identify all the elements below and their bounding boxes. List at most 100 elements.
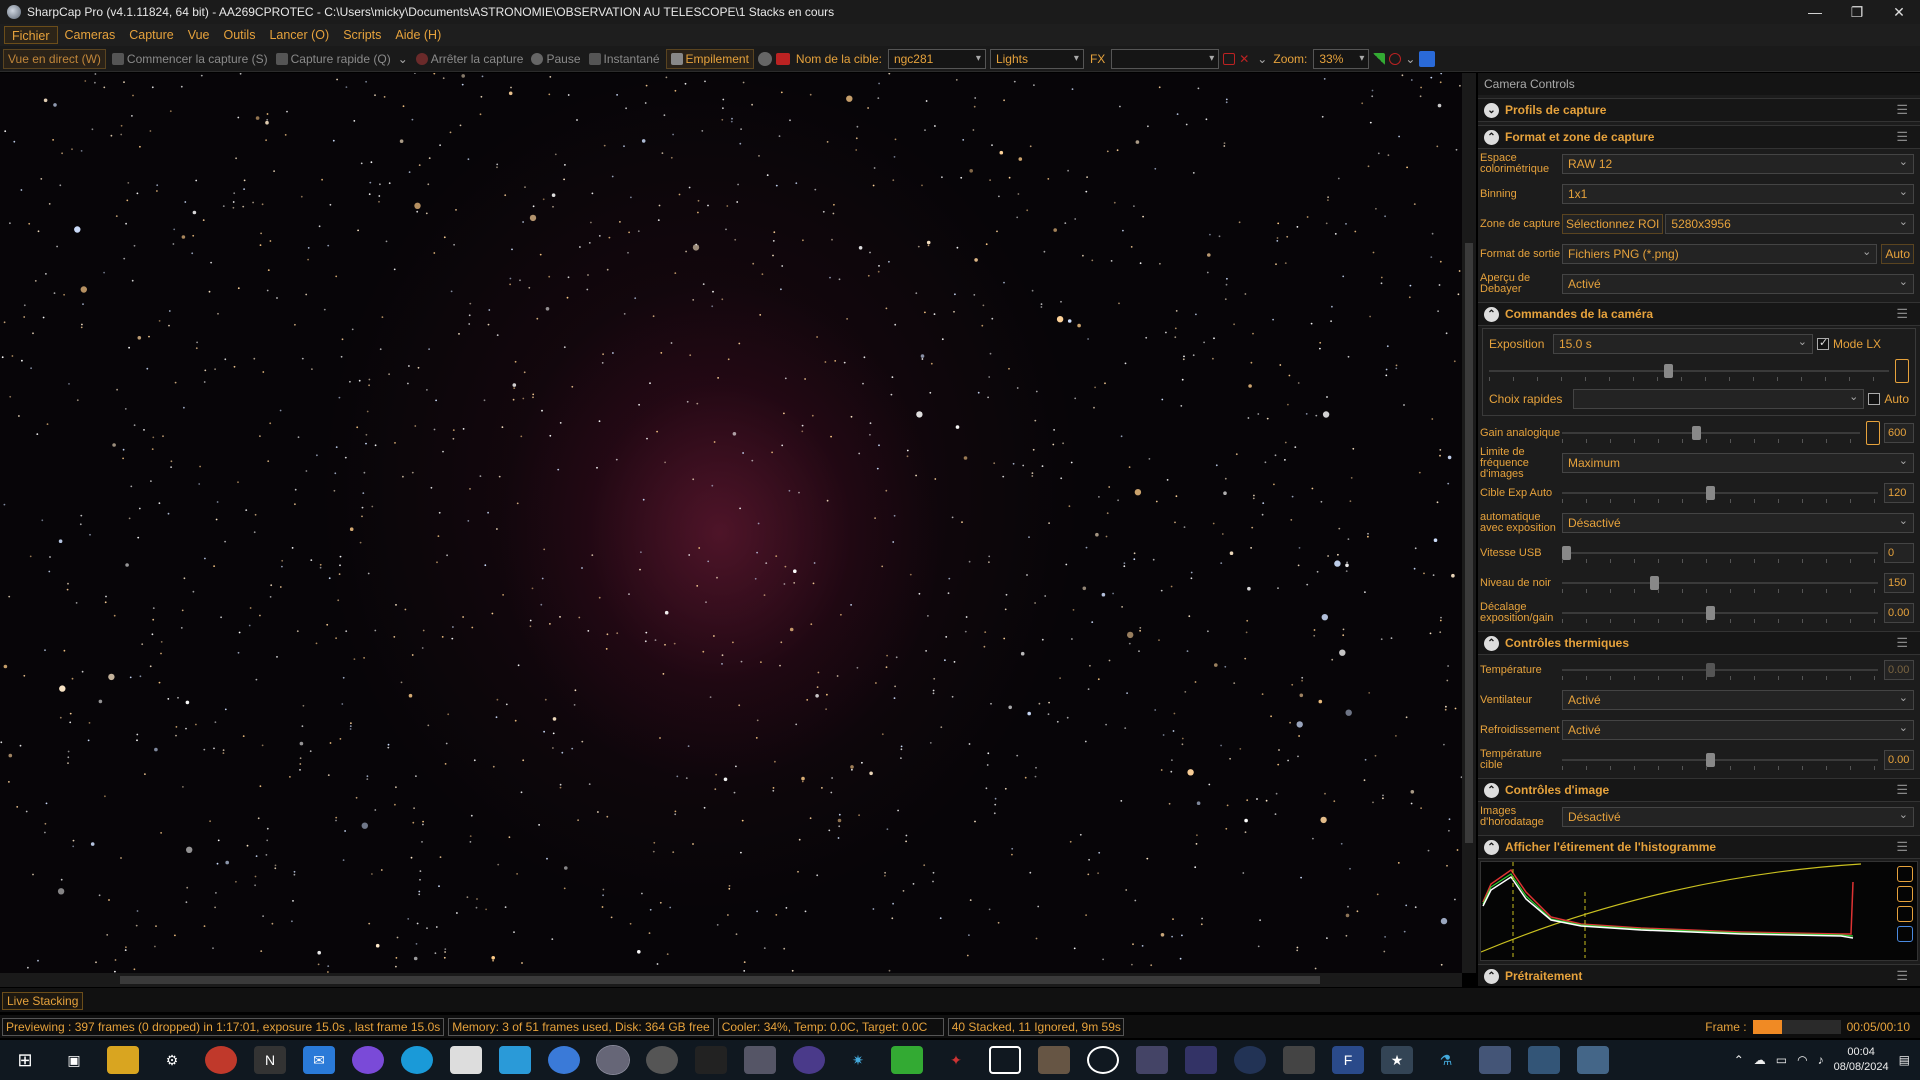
- wifi-icon[interactable]: ◠: [1797, 1053, 1807, 1067]
- menu-outils[interactable]: Outils: [217, 26, 263, 44]
- menu-capture[interactable]: Capture: [122, 26, 180, 44]
- pin-icon[interactable]: [1419, 50, 1436, 67]
- cooling-dropdown[interactable]: Activé: [1562, 719, 1914, 740]
- auto-button[interactable]: Auto: [1881, 244, 1914, 264]
- network-icon[interactable]: ☁: [1754, 1053, 1766, 1067]
- select-roi-button[interactable]: Sélectionnez ROI: [1562, 214, 1664, 234]
- roi-icon[interactable]: [1223, 52, 1236, 65]
- restore-icon[interactable]: ❐: [1836, 4, 1878, 21]
- auto-exposure-checkbox[interactable]: [1868, 393, 1881, 405]
- gain-value[interactable]: 600: [1884, 423, 1914, 443]
- app-icon[interactable]: [1528, 1046, 1560, 1074]
- task-view-icon[interactable]: ▣: [58, 1046, 90, 1074]
- binning-dropdown[interactable]: 1x1: [1562, 183, 1914, 204]
- capture-area-dropdown[interactable]: 5280x3956: [1665, 213, 1914, 234]
- live-stacking-tab[interactable]: Live Stacking: [2, 992, 84, 1010]
- app-icon[interactable]: [205, 1046, 237, 1074]
- app-icon[interactable]: [1234, 1046, 1266, 1074]
- hamburger-icon[interactable]: ☰: [1896, 968, 1908, 984]
- app-icon[interactable]: ⚗: [1430, 1046, 1462, 1074]
- black-level-value[interactable]: 150: [1884, 573, 1914, 593]
- close-icon[interactable]: ✕: [1878, 4, 1920, 21]
- quick-capture-button[interactable]: Capture rapide (Q) ⌄: [274, 52, 410, 66]
- stacking-button[interactable]: Empilement: [665, 48, 754, 69]
- app-icon[interactable]: [548, 1046, 580, 1074]
- stepper-icon[interactable]: [1866, 421, 1880, 445]
- app-icon[interactable]: [646, 1046, 678, 1074]
- app-icon[interactable]: ✦: [940, 1046, 972, 1074]
- chevron-up-icon[interactable]: ⌃: [1484, 782, 1499, 798]
- chevron-up-icon[interactable]: ⌃: [1734, 1053, 1744, 1067]
- stellarium-icon[interactable]: [793, 1046, 825, 1074]
- app-icon[interactable]: [1038, 1046, 1070, 1074]
- auto-exp-target-slider[interactable]: [1562, 483, 1878, 503]
- menu-scripts[interactable]: Scripts: [336, 26, 388, 44]
- timestamp-dropdown[interactable]: Désactivé: [1562, 806, 1914, 827]
- save-icon[interactable]: [1897, 926, 1913, 942]
- reset-icon[interactable]: [1897, 906, 1913, 922]
- file-explorer-icon[interactable]: [107, 1046, 139, 1074]
- menu-lancer[interactable]: Lancer (O): [262, 26, 336, 44]
- live-view-button[interactable]: Vue en direct (W): [3, 48, 106, 69]
- chevron-down-icon[interactable]: ⌄: [1484, 102, 1499, 118]
- reticle-icon[interactable]: ✕: [1239, 53, 1253, 65]
- notification-icon[interactable]: ▤: [1899, 1053, 1910, 1067]
- live-preview-image[interactable]: [0, 73, 1462, 973]
- chevron-up-icon[interactable]: ⌃: [1484, 129, 1499, 145]
- magnifier-icon[interactable]: [1389, 52, 1402, 65]
- section-profiles[interactable]: ⌄ Profils de capture ☰: [1478, 98, 1920, 122]
- debayer-dropdown[interactable]: Activé: [1562, 273, 1914, 294]
- target-name-dropdown[interactable]: ngc281: [887, 48, 986, 69]
- app-icon[interactable]: [1283, 1046, 1315, 1074]
- lightning-icon[interactable]: [1897, 886, 1913, 902]
- histogram-stretch-chart[interactable]: [1480, 861, 1918, 961]
- volume-icon[interactable]: ♪: [1818, 1053, 1824, 1067]
- stepper-icon[interactable]: [1895, 359, 1909, 383]
- section-format[interactable]: ⌃ Format et zone de capture ☰: [1478, 125, 1920, 149]
- edge-icon[interactable]: [401, 1046, 433, 1074]
- windows-start-icon[interactable]: ⊞: [9, 1046, 41, 1074]
- menu-fichier[interactable]: Fichier: [4, 26, 58, 44]
- chevron-down-icon[interactable]: ⌄: [398, 52, 408, 66]
- offset-value[interactable]: 0.00: [1884, 603, 1914, 623]
- frame-type-dropdown[interactable]: Lights: [989, 48, 1084, 69]
- app-icon[interactable]: [891, 1046, 923, 1074]
- black-level-slider[interactable]: [1562, 573, 1878, 593]
- section-thermal[interactable]: ⌃ Contrôles thermiques ☰: [1478, 631, 1920, 655]
- messenger-icon[interactable]: [352, 1046, 384, 1074]
- app-icon[interactable]: [1087, 1046, 1119, 1074]
- target-temp-slider[interactable]: [1562, 750, 1878, 770]
- chevron-down-icon[interactable]: ⌄: [1405, 52, 1415, 66]
- fps-limit-dropdown[interactable]: Maximum: [1562, 452, 1914, 473]
- snapshot-button[interactable]: Instantané: [587, 52, 662, 66]
- settings-icon[interactable]: ⚙: [156, 1046, 188, 1074]
- hamburger-icon[interactable]: ☰: [1896, 839, 1908, 855]
- zoom-dropdown[interactable]: 33%: [1313, 48, 1370, 69]
- output-format-dropdown[interactable]: Fichiers PNG (*.png): [1562, 243, 1878, 264]
- record-icon[interactable]: [757, 51, 772, 66]
- histogram-icon[interactable]: [1373, 52, 1386, 65]
- minimize-icon[interactable]: —: [1794, 4, 1836, 20]
- app-icon[interactable]: [499, 1046, 531, 1074]
- auto-stretch-icon[interactable]: [1897, 866, 1913, 882]
- chevron-up-icon[interactable]: ⌃: [1484, 968, 1499, 984]
- chevron-down-icon[interactable]: ⌄: [1257, 52, 1267, 66]
- hamburger-icon[interactable]: ☰: [1896, 129, 1908, 145]
- vertical-scrollbar[interactable]: [1462, 73, 1476, 973]
- sharpcap-taskbar-icon[interactable]: [596, 1045, 630, 1075]
- app-icon[interactable]: F: [1332, 1046, 1364, 1074]
- fx-dropdown[interactable]: [1111, 48, 1220, 69]
- chevron-up-icon[interactable]: ⌃: [1484, 635, 1499, 651]
- horizontal-scrollbar[interactable]: [0, 973, 1462, 987]
- hamburger-icon[interactable]: ☰: [1896, 782, 1908, 798]
- menu-cameras[interactable]: Cameras: [58, 26, 123, 44]
- app-icon[interactable]: [1185, 1046, 1217, 1074]
- usb-speed-value[interactable]: 0: [1884, 543, 1914, 563]
- section-camera[interactable]: ⌃ Commandes de la caméra ☰: [1478, 302, 1920, 326]
- stop-capture-button[interactable]: Arrêter la capture: [414, 52, 526, 66]
- app-icon[interactable]: ✷: [842, 1046, 874, 1074]
- lx-mode-checkbox[interactable]: [1817, 336, 1829, 350]
- menu-aide[interactable]: Aide (H): [388, 26, 448, 44]
- exposure-input[interactable]: 15.0 s: [1553, 333, 1813, 354]
- color-space-dropdown[interactable]: RAW 12: [1562, 153, 1914, 174]
